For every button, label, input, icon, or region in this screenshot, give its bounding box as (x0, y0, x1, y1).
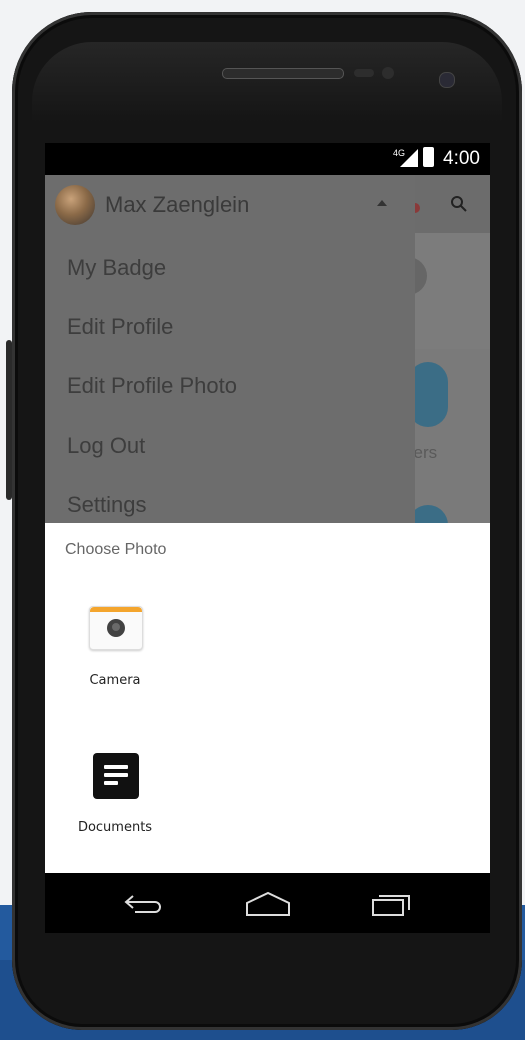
account-name: Max Zaenglein (105, 192, 250, 217)
option-label: Camera (89, 673, 141, 688)
doc-line (104, 765, 128, 769)
signal-icon (400, 149, 418, 167)
avatar (55, 185, 95, 225)
camera-app-icon (89, 606, 143, 650)
volume-button[interactable] (6, 340, 12, 500)
option-documents[interactable]: Documents (65, 753, 165, 843)
drawer-item-settings[interactable]: Settings (67, 492, 147, 518)
drawer-item-edit-profile[interactable]: Edit Profile (67, 314, 173, 340)
back-icon[interactable] (123, 893, 165, 915)
battery-icon (423, 147, 434, 167)
status-bar: 4G 4:00 (45, 143, 490, 175)
sheet-title: Choose Photo (65, 541, 167, 558)
proximity-sensor (354, 69, 374, 77)
recent-apps-icon[interactable] (370, 891, 412, 917)
option-label: Documents (77, 820, 153, 835)
search-icon[interactable] (450, 195, 468, 218)
phone-bezel-top (32, 42, 502, 122)
status-time: 4:00 (443, 148, 480, 169)
light-sensor (382, 67, 394, 79)
documents-app-icon (93, 753, 139, 799)
navigation-bar (45, 873, 490, 933)
home-icon[interactable] (245, 891, 291, 917)
phone-screen: 4G 4:00 kers Max Zaenglein My Badge Edit… (45, 143, 490, 933)
camera-icon-glint (112, 623, 120, 631)
camera-icon-bar (90, 607, 142, 612)
front-camera (439, 72, 455, 88)
account-switcher[interactable]: Max Zaenglein (45, 175, 415, 233)
drawer-item-log-out[interactable]: Log Out (67, 433, 145, 459)
option-camera[interactable]: Camera (65, 606, 165, 696)
choose-photo-sheet: Choose Photo Camera Documents (45, 523, 490, 873)
doc-line (104, 781, 118, 785)
earpiece-speaker (222, 68, 344, 79)
chevron-up-icon (377, 200, 387, 206)
drawer-item-my-badge[interactable]: My Badge (67, 255, 166, 281)
navigation-drawer: Max Zaenglein My Badge Edit Profile Edit… (45, 175, 415, 523)
drawer-item-edit-profile-photo[interactable]: Edit Profile Photo (67, 373, 237, 399)
doc-line (104, 773, 128, 777)
